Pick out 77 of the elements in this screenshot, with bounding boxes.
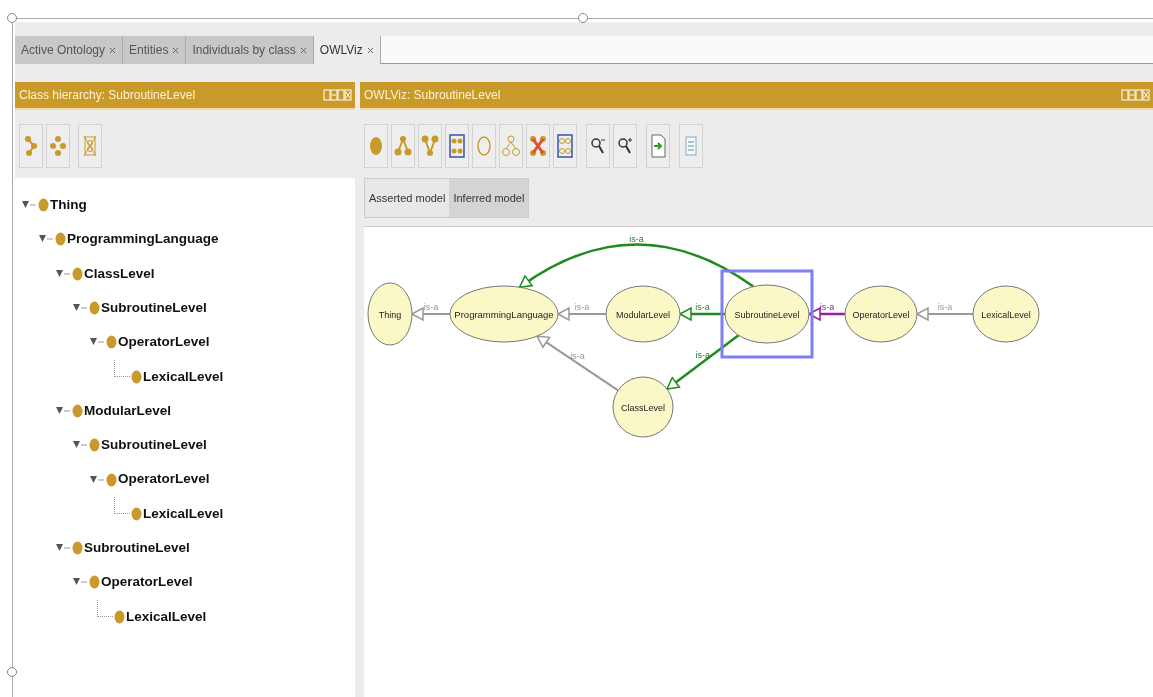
class-node[interactable]: ProgrammingLanguage <box>449 285 559 343</box>
window-controls-icon[interactable] <box>323 89 353 101</box>
delete-class-button[interactable] <box>78 124 102 168</box>
edge-label: is-a <box>570 351 585 362</box>
class-icon <box>89 575 100 590</box>
panel-title: Class hierarchy: SubroutineLevel <box>19 87 196 104</box>
class-label[interactable]: ModularLevel <box>84 400 172 422</box>
edge-label: is-a <box>819 302 835 312</box>
edge-label: is-a <box>695 302 710 312</box>
class-icon <box>72 266 83 281</box>
add-sibling-button[interactable] <box>46 124 70 168</box>
class-label[interactable]: LexicalLevel <box>126 606 207 627</box>
edge-label: is-a <box>629 234 644 245</box>
export-icon <box>649 131 667 161</box>
class-icon <box>131 369 142 384</box>
collapse-toggle-icon[interactable] <box>55 267 71 280</box>
class-icon <box>55 232 66 247</box>
class-icon <box>72 541 83 556</box>
tab[interactable]: Entities <box>123 36 187 64</box>
class-label[interactable]: SubroutineLevel <box>84 538 190 559</box>
class-label[interactable]: OperatorLevel <box>118 332 210 353</box>
class-node[interactable]: OperatorLevel <box>844 285 918 343</box>
hide-subclasses-button[interactable] <box>499 124 523 168</box>
export-button[interactable] <box>646 124 670 168</box>
resize-handle[interactable] <box>7 13 17 23</box>
hide-all-icon <box>556 131 574 161</box>
model-tab[interactable]: Inferred model <box>449 179 529 217</box>
hide-selected-button[interactable] <box>526 124 550 168</box>
class-node[interactable]: SubroutineLevel <box>724 284 810 344</box>
class-icon <box>72 403 83 418</box>
class-label[interactable]: SubroutineLevel <box>101 297 207 319</box>
class-node[interactable]: ClassLevel <box>612 376 674 438</box>
class-icon <box>114 609 125 624</box>
window-controls-icon[interactable] <box>1121 89 1151 101</box>
class-icon <box>106 335 117 350</box>
close-icon[interactable] <box>172 46 180 54</box>
class-icon <box>38 198 49 213</box>
edge-label: is-a <box>574 302 590 312</box>
class-label[interactable]: OperatorLevel <box>101 572 193 593</box>
show-all-button[interactable] <box>445 124 469 168</box>
show-all-icon <box>448 131 466 161</box>
class-icon <box>106 472 117 487</box>
tab[interactable]: Individuals by class <box>186 36 314 64</box>
collapse-toggle-icon[interactable] <box>55 404 71 417</box>
class-label[interactable]: LexicalLevel <box>143 503 224 524</box>
edge-label: is-a <box>423 302 439 312</box>
class-node[interactable]: LexicalLevel <box>972 285 1040 343</box>
close-icon[interactable] <box>299 46 307 54</box>
close-icon[interactable] <box>109 46 117 54</box>
add-subclass-button[interactable] <box>19 124 43 168</box>
edge-label: is-a <box>937 302 953 312</box>
hide-class-button[interactable] <box>472 124 496 168</box>
collapse-toggle-icon[interactable] <box>89 473 105 486</box>
model-tab[interactable]: Asserted model <box>365 179 450 217</box>
class-icon <box>89 301 100 316</box>
hide-all-button[interactable] <box>553 124 577 168</box>
class-label[interactable]: LexicalLevel <box>143 366 224 387</box>
show-superclasses-button[interactable] <box>418 124 442 168</box>
panel-title: OWLViz: SubroutineLevel <box>364 87 501 104</box>
class-icon <box>131 506 142 521</box>
resize-handle[interactable] <box>578 13 588 23</box>
class-label[interactable]: Thing <box>50 195 87 216</box>
resize-handle[interactable] <box>7 667 17 677</box>
zoom-out-button[interactable] <box>586 124 610 168</box>
class-node[interactable]: ModularLevel <box>605 285 681 343</box>
close-icon[interactable] <box>366 46 374 54</box>
class-icon <box>89 438 100 453</box>
tab[interactable]: Active Ontology <box>15 36 124 64</box>
show-subclasses-button[interactable] <box>391 124 415 168</box>
zoom-in-button[interactable] <box>613 124 637 168</box>
class-label[interactable]: OperatorLevel <box>118 469 210 490</box>
class-label[interactable]: SubroutineLevel <box>101 435 207 456</box>
show-class-button[interactable] <box>364 124 388 168</box>
options-button[interactable] <box>679 124 703 168</box>
class-label[interactable]: ClassLevel <box>84 263 155 284</box>
class-node[interactable]: Thing <box>367 282 413 346</box>
class-label[interactable]: ProgrammingLanguage <box>67 229 219 250</box>
